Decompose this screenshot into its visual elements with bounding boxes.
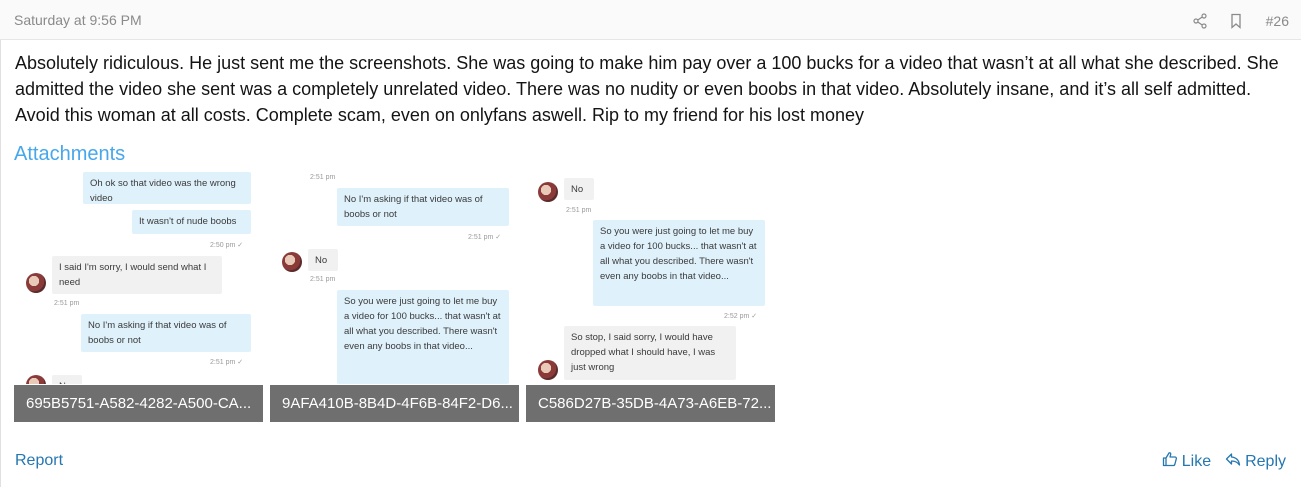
attachment-filename[interactable]: 9AFA410B-8B4D-4F6B-84F2-D6...: [270, 385, 519, 422]
avatar: [282, 252, 302, 272]
chat-bubble: I said I'm sorry, I would send what I ne…: [52, 256, 222, 294]
report-link[interactable]: Report: [15, 452, 63, 470]
like-label: Like: [1181, 452, 1212, 470]
chat-bubble: No I'm asking if that video was of boobs…: [337, 188, 509, 226]
thumbs-up-icon: [1162, 451, 1178, 472]
post-number-link[interactable]: #26: [1266, 13, 1289, 29]
timestamp: 2:51 pm: [566, 207, 592, 214]
attachment-thumbnail[interactable]: Oh ok so that video was the wrong video …: [14, 172, 263, 422]
post-body: Absolutely ridiculous. He just sent me t…: [15, 53, 1279, 125]
share-icon[interactable]: [1190, 11, 1210, 31]
reply-button[interactable]: Reply: [1225, 451, 1286, 472]
chat-bubble: Oh ok so that video was the wrong video: [83, 172, 251, 204]
screenshot-image: Oh ok so that video was the wrong video …: [14, 172, 263, 384]
post-actions: Like Reply: [1162, 451, 1286, 472]
timestamp: 2:51 pm: [310, 174, 336, 181]
screenshot-image: No 2:51 pm So you were just going to let…: [526, 172, 775, 384]
timestamp: 2:52 pm ✓: [724, 313, 758, 320]
chat-bubble: So you were just going to let me buy a v…: [337, 290, 509, 384]
screenshot-image: 2:51 pm No I'm asking if that video was …: [270, 172, 519, 384]
chat-bubble: So you were just going to let me buy a v…: [593, 220, 765, 306]
timestamp: 2:51 pm: [54, 300, 80, 307]
like-button[interactable]: Like: [1162, 451, 1211, 472]
chat-bubble: No: [564, 178, 594, 200]
avatar: [538, 360, 558, 380]
chat-bubble: No: [52, 375, 82, 384]
chat-bubble: No: [308, 249, 338, 271]
reply-label: Reply: [1245, 452, 1286, 470]
chat-bubble: So stop, I said sorry, I would have drop…: [564, 326, 736, 380]
attachment-filename[interactable]: 695B5751-A582-4282-A500-CA...: [14, 385, 263, 422]
bookmark-icon[interactable]: [1226, 11, 1246, 31]
attachments-title: Attachments: [14, 143, 126, 165]
chat-bubble: It wasn't of nude boobs: [132, 210, 251, 234]
attachment-thumbnail[interactable]: 2:51 pm No I'm asking if that video was …: [270, 172, 519, 422]
avatar: [538, 182, 558, 202]
timestamp: 2:50 pm ✓: [210, 242, 244, 249]
post-date[interactable]: Saturday at 9:56 PM: [14, 12, 142, 28]
attachments-list: Oh ok so that video was the wrong video …: [14, 172, 775, 422]
timestamp: 2:51 pm ✓: [468, 234, 502, 241]
attachment-filename[interactable]: C586D27B-35DB-4A73-A6EB-72...: [526, 385, 775, 422]
post-tools: #26: [1190, 11, 1289, 31]
post-header: Saturday at 9:56 PM #26: [0, 0, 1301, 40]
avatar: [26, 273, 46, 293]
timestamp: 2:51 pm: [310, 276, 336, 283]
reply-icon: [1225, 451, 1241, 472]
chat-bubble: No I'm asking if that video was of boobs…: [81, 314, 251, 352]
post-divider: [0, 40, 1, 487]
attachment-thumbnail[interactable]: No 2:51 pm So you were just going to let…: [526, 172, 775, 422]
avatar: [26, 375, 46, 384]
timestamp: 2:51 pm ✓: [210, 359, 244, 366]
